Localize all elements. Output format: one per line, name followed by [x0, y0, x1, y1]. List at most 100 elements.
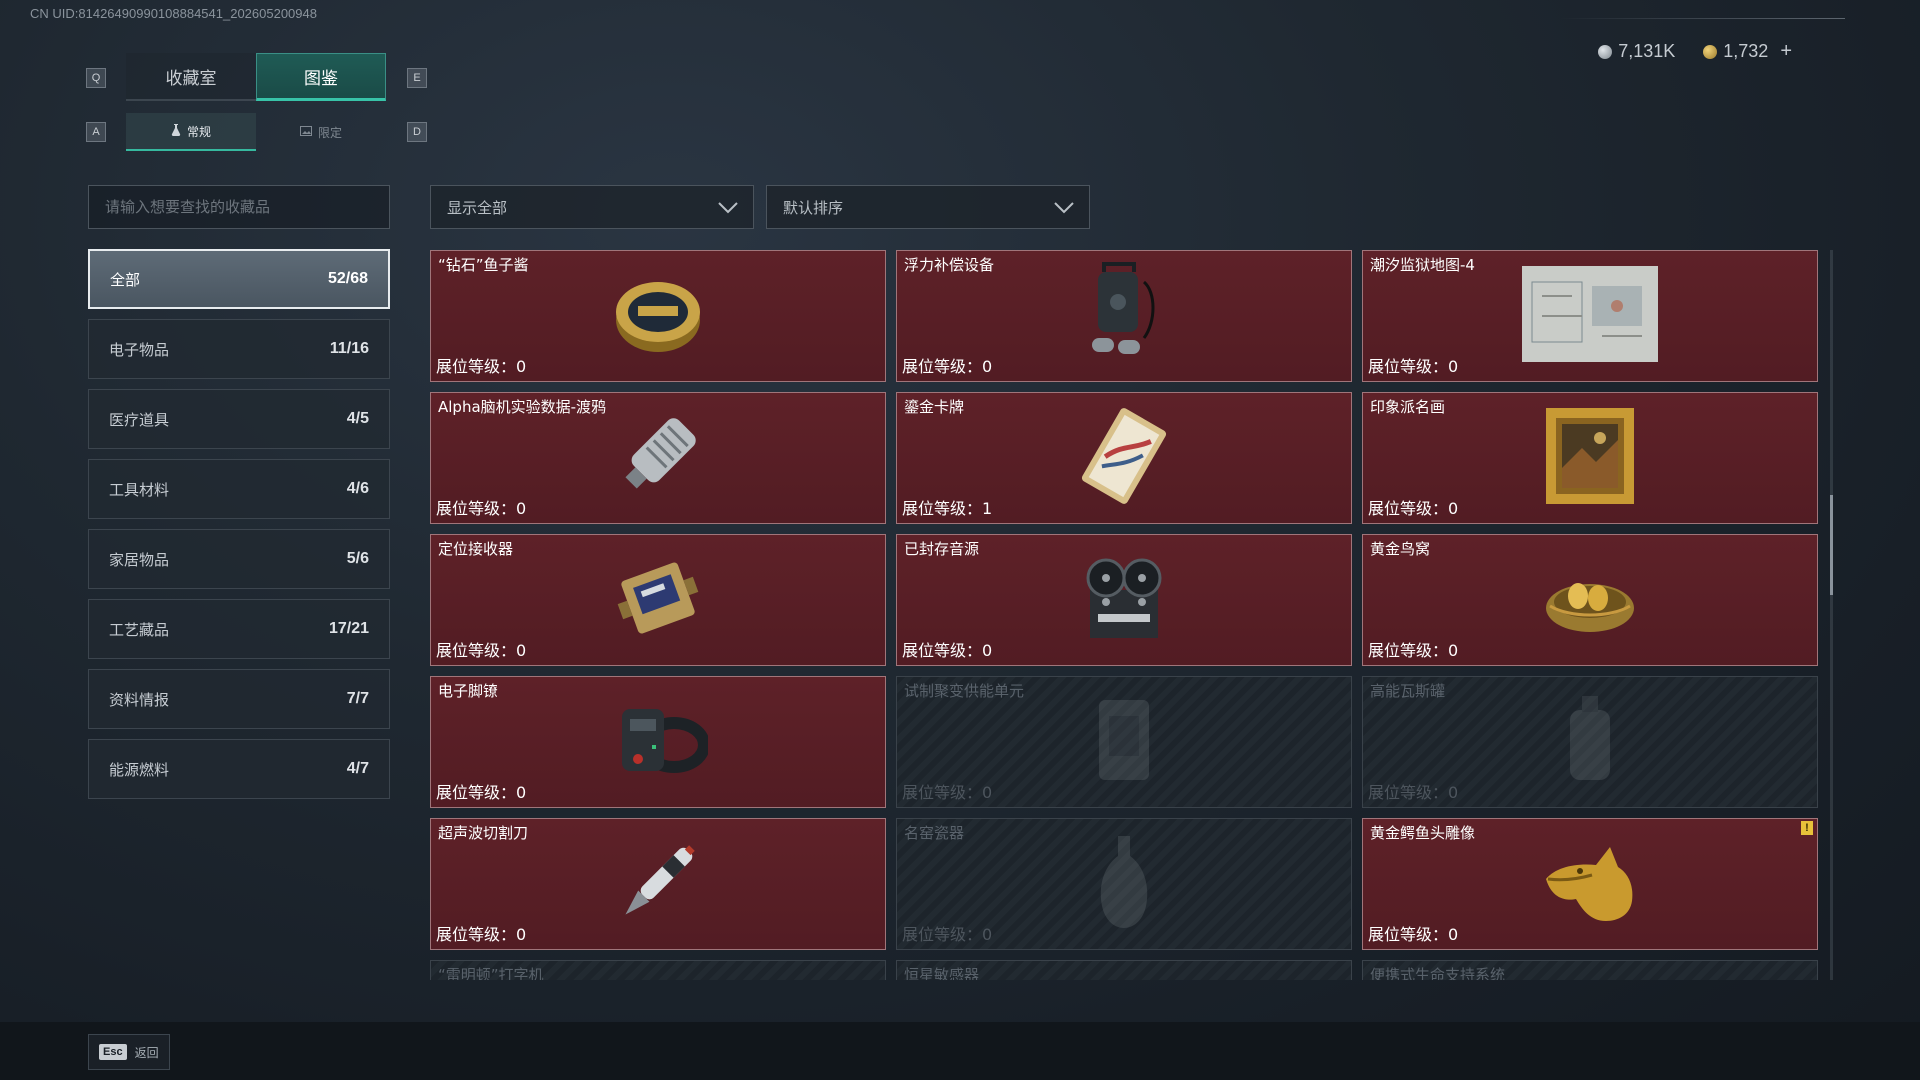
item-card[interactable]: 鎏金卡牌 展位等级：1 — [896, 392, 1352, 524]
item-card[interactable]: 电子脚镣 展位等级：0 — [430, 676, 886, 808]
item-name: “钻石”鱼子酱 — [438, 256, 529, 274]
item-card[interactable]: 潮汐监狱地图-4 展位等级：0 — [1362, 250, 1818, 382]
item-name: 黄金鳄鱼头雕像 — [1370, 824, 1476, 842]
item-level: 展位等级：0 — [436, 499, 527, 518]
item-name: 已封存音源 — [904, 540, 980, 558]
item-card[interactable]: 浮力补偿设备 展位等级：0 — [896, 250, 1352, 382]
sort-dropdown-value: 默认排序 — [783, 198, 844, 217]
item-level: 展位等级：0 — [1368, 925, 1459, 944]
category-count: 5/6 — [346, 550, 369, 567]
data-drive-icon — [610, 408, 706, 508]
item-name: 便携式生命支持系统 — [1370, 966, 1506, 980]
silver-currency: 7,131K — [1598, 41, 1675, 62]
item-level: 展位等级：0 — [1368, 499, 1459, 518]
painting-icon — [1546, 408, 1634, 508]
esc-key-hint: Esc — [99, 1044, 127, 1060]
category-count: 4/5 — [346, 410, 369, 427]
item-level: 展位等级：0 — [1368, 357, 1459, 376]
category-label: 电子物品 — [109, 340, 170, 359]
item-card[interactable]: 已封存音源 展位等级：0 — [896, 534, 1352, 666]
item-card[interactable]: Alpha脑机实验数据-渡鸦 展位等级：0 — [430, 392, 886, 524]
category-label: 资料情报 — [109, 690, 170, 709]
category-all[interactable]: 全部 52/68 — [88, 249, 390, 309]
subtab-regular[interactable]: 常规 — [126, 113, 256, 151]
grid-scrollbar[interactable] — [1830, 250, 1833, 980]
category-count: 4/7 — [346, 760, 369, 777]
tab-codex[interactable]: 图鉴 — [256, 53, 386, 101]
item-name: Alpha脑机实验数据-渡鸦 — [438, 398, 607, 416]
item-level: 展位等级：1 — [902, 499, 993, 518]
silver-amount: 7,131K — [1618, 41, 1676, 61]
item-card[interactable]: 超声波切割刀 展位等级：0 — [430, 818, 886, 950]
item-name: 黄金鸟窝 — [1370, 540, 1431, 558]
item-card[interactable]: 黄金鸟窝 展位等级：0 — [1362, 534, 1818, 666]
key-hint-a: A — [86, 122, 106, 142]
category-count: 4/6 — [346, 480, 369, 497]
fusion-cell-icon — [1089, 690, 1159, 794]
caviar-tin-icon — [612, 272, 704, 360]
category-crafts[interactable]: 工艺藏品 17/21 — [88, 599, 390, 659]
item-name: “雷明顿”打字机 — [438, 966, 544, 980]
tab-collection-room[interactable]: 收藏室 — [126, 53, 256, 101]
image-icon — [299, 125, 312, 139]
key-hint-q: Q — [86, 68, 106, 88]
porcelain-vase-icon — [1094, 832, 1154, 936]
back-button[interactable]: Esc 返回 — [88, 1034, 170, 1070]
category-medical[interactable]: 医疗道具 4/5 — [88, 389, 390, 449]
category-label: 能源燃料 — [109, 760, 170, 779]
scrollbar-thumb[interactable] — [1830, 495, 1833, 595]
category-electronics[interactable]: 电子物品 11/16 — [88, 319, 390, 379]
item-card-locked[interactable]: 恒星敏感器 — [896, 960, 1352, 980]
category-count: 17/21 — [328, 620, 369, 637]
item-level: 展位等级：0 — [902, 925, 993, 944]
silver-coin-icon — [1598, 44, 1613, 59]
reel-recorder-icon — [1076, 552, 1172, 648]
item-card-locked[interactable]: 便携式生命支持系统 — [1362, 960, 1818, 980]
key-hint-e: E — [407, 68, 427, 88]
item-card[interactable]: 定位接收器 展位等级：0 — [430, 534, 886, 666]
receiver-icon — [608, 550, 708, 650]
sort-dropdown[interactable]: 默认排序 — [766, 185, 1090, 229]
category-intel[interactable]: 资料情报 7/7 — [88, 669, 390, 729]
item-level: 展位等级：0 — [902, 641, 993, 660]
subtab-limited[interactable]: 限定 — [256, 113, 386, 151]
category-energy[interactable]: 能源燃料 4/7 — [88, 739, 390, 799]
item-name: 试制聚变供能单元 — [904, 682, 1025, 700]
gold-coin-icon — [1703, 44, 1718, 59]
golden-croc-statue-icon — [1540, 839, 1640, 929]
category-label: 工艺藏品 — [109, 620, 170, 639]
uid-label: CN UID:81426490990108884541_202605200948 — [30, 6, 317, 21]
item-card[interactable]: 黄金鳄鱼头雕像 ! 展位等级：0 — [1362, 818, 1818, 950]
alert-icon: ! — [1801, 821, 1813, 835]
filter-dropdown[interactable]: 显示全部 — [430, 185, 754, 229]
category-count: 11/16 — [329, 340, 369, 357]
golden-nest-icon — [1542, 558, 1638, 642]
subtab-regular-label: 常规 — [186, 124, 211, 139]
item-name: 电子脚镣 — [438, 682, 499, 700]
gilded-card-icon — [1074, 406, 1174, 510]
item-card-locked[interactable]: “雷明顿”打字机 — [430, 960, 886, 980]
category-count: 7/7 — [346, 690, 369, 707]
add-currency-button[interactable]: + — [1780, 40, 1792, 63]
item-name: 名窑瓷器 — [904, 824, 965, 842]
subtab-limited-label: 限定 — [317, 125, 342, 140]
item-name: 潮汐监狱地图-4 — [1370, 256, 1475, 274]
item-card-locked[interactable]: 高能瓦斯罐 展位等级：0 — [1362, 676, 1818, 808]
item-name: 印象派名画 — [1370, 398, 1446, 416]
filter-dropdown-value: 显示全部 — [447, 198, 508, 217]
ultrasonic-cutter-icon — [608, 832, 708, 936]
item-name: 恒星敏感器 — [904, 966, 980, 980]
buoyancy-device-icon — [1084, 262, 1164, 370]
item-level: 展位等级：0 — [436, 357, 527, 376]
item-card[interactable]: 印象派名画 展位等级：0 — [1362, 392, 1818, 524]
map-icon — [1522, 266, 1658, 366]
category-household[interactable]: 家居物品 5/6 — [88, 529, 390, 589]
search-input[interactable] — [88, 185, 390, 229]
gold-currency: 1,732 + — [1703, 40, 1792, 63]
item-card-locked[interactable]: 试制聚变供能单元 展位等级：0 — [896, 676, 1352, 808]
chevron-down-icon — [717, 197, 739, 221]
item-card[interactable]: “钻石”鱼子酱 展位等级：0 — [430, 250, 886, 382]
item-card-locked[interactable]: 名窑瓷器 展位等级：0 — [896, 818, 1352, 950]
item-name: 超声波切割刀 — [438, 824, 529, 842]
category-tools[interactable]: 工具材料 4/6 — [88, 459, 390, 519]
